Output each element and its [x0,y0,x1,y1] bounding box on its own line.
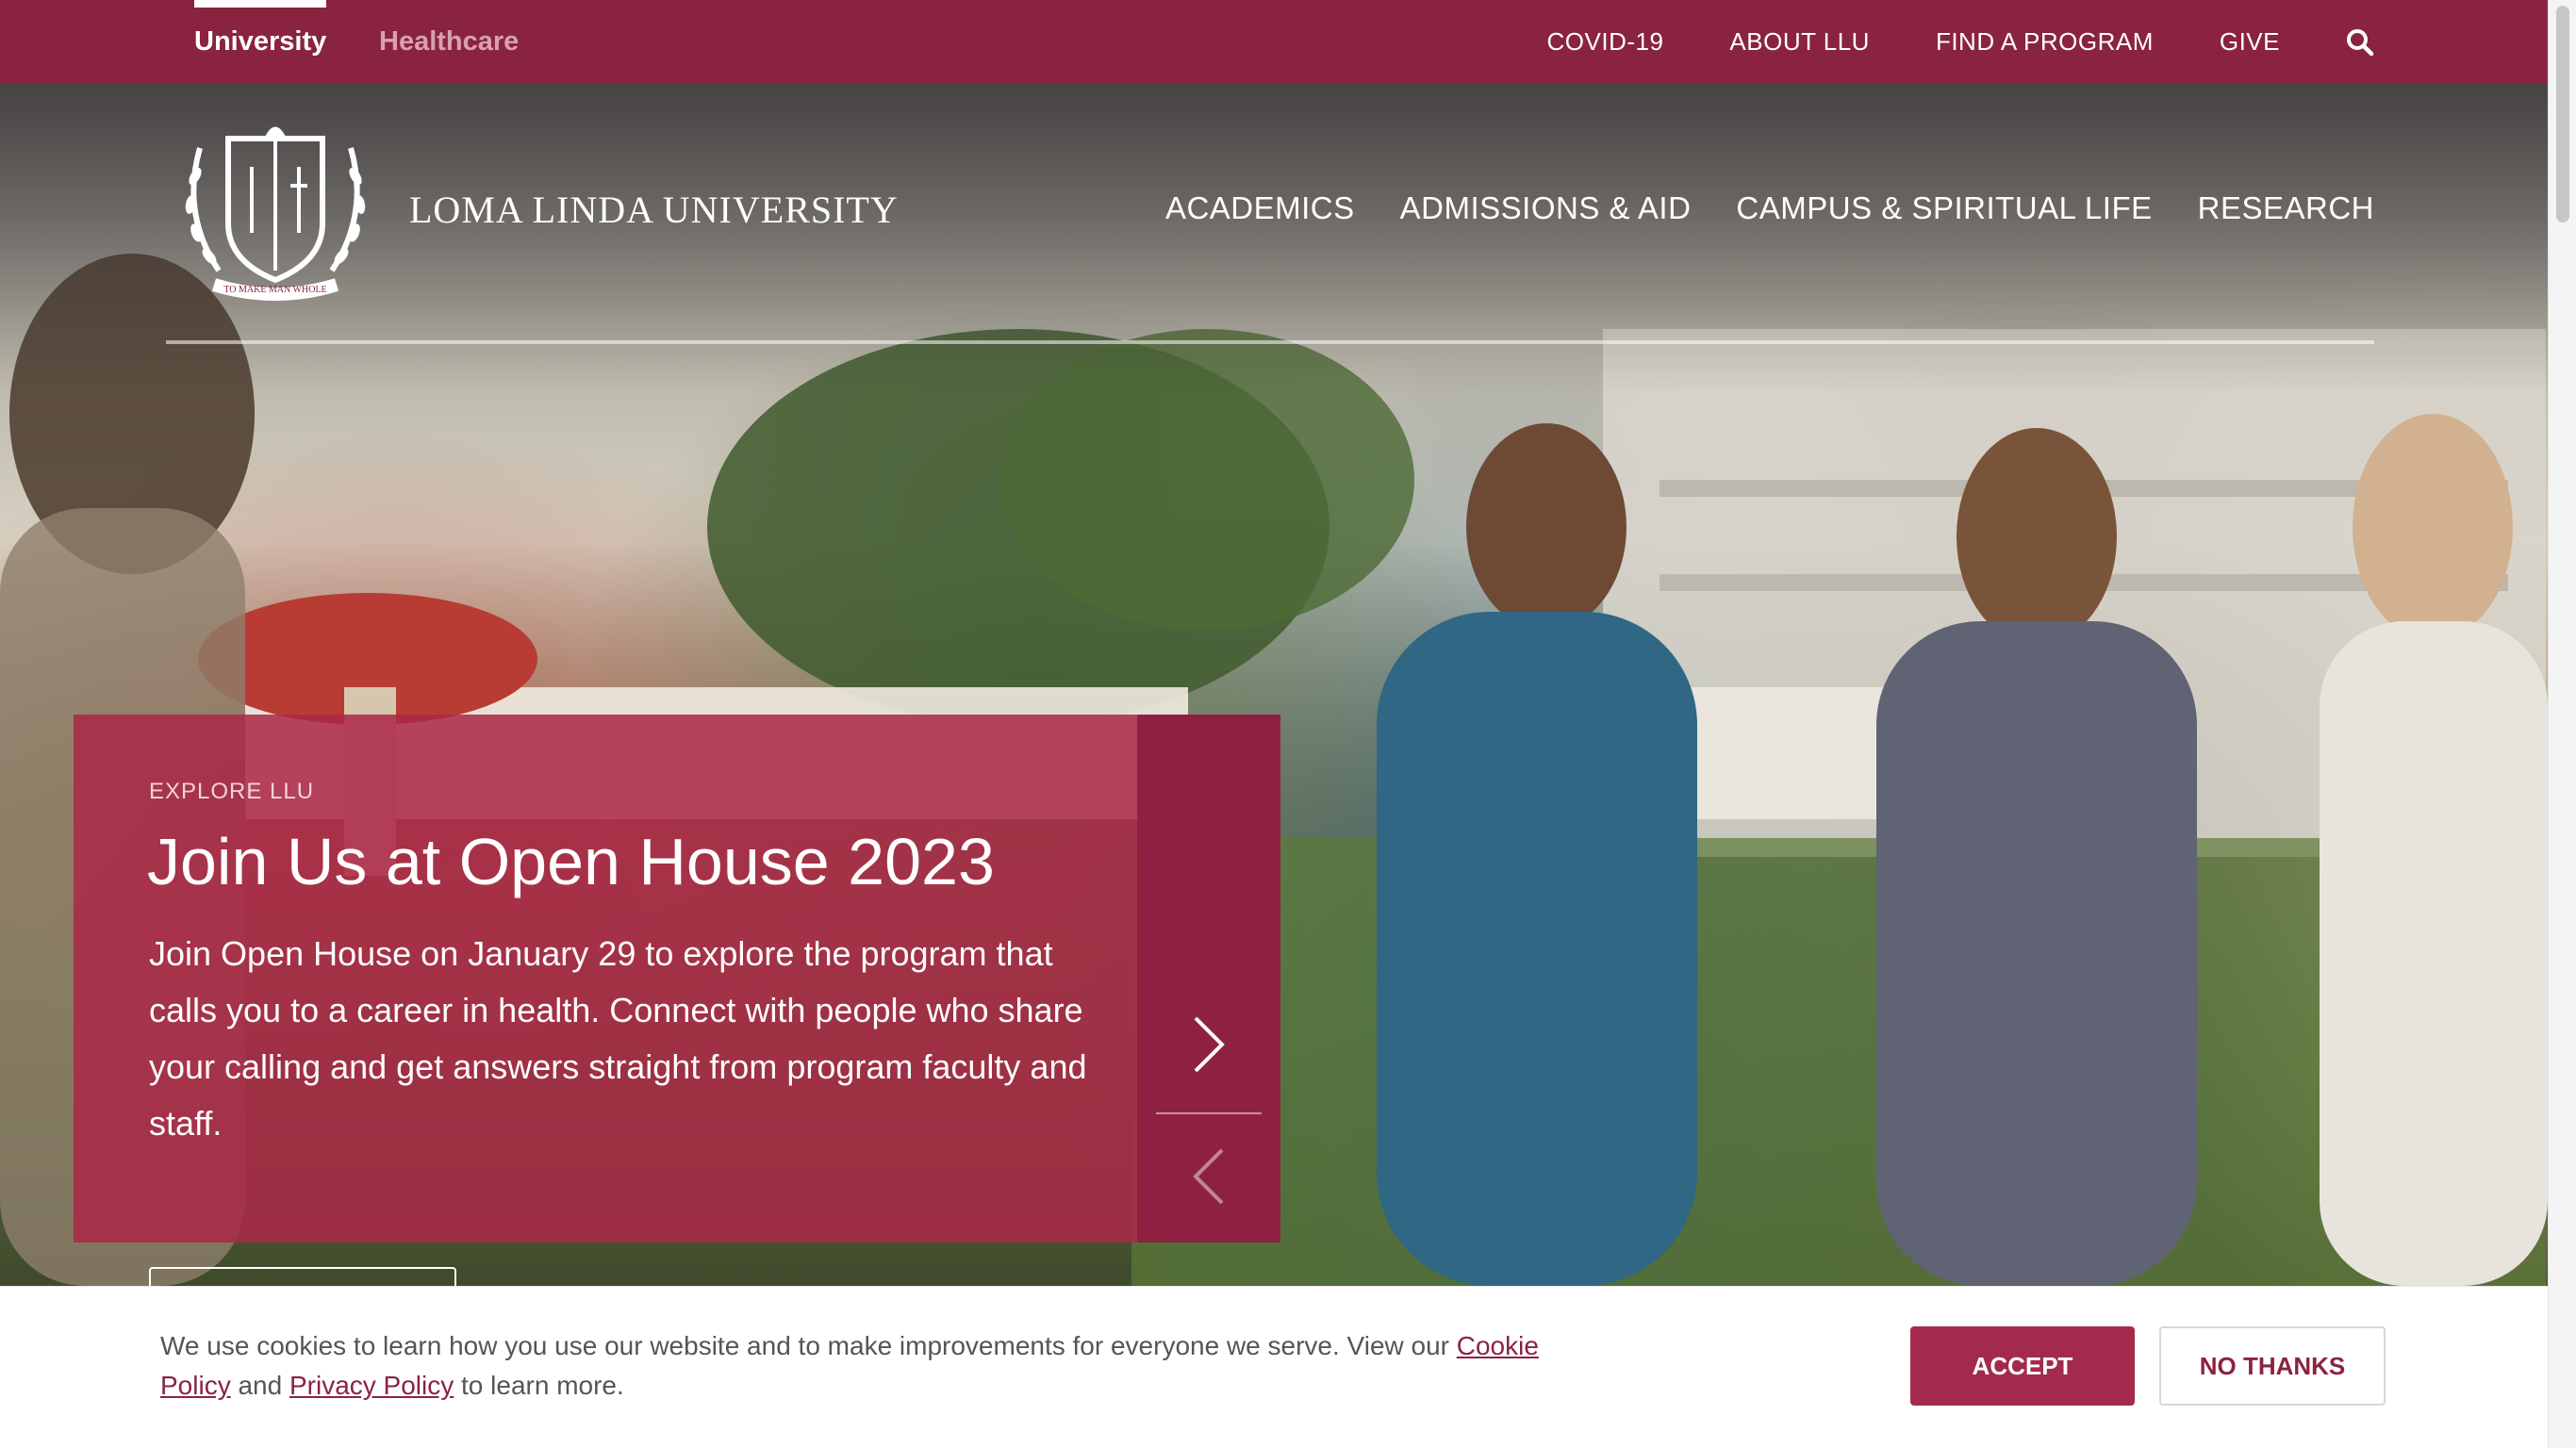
site-tab-university[interactable]: University [194,0,327,84]
slide-title: Join Us at Open House 2023 [147,825,995,898]
nav-admissions-aid[interactable]: ADMISSIONS & AID [1400,190,1692,226]
top-utility-bar: University Healthcare COVID-19 ABOUT LLU… [0,0,2548,84]
utility-link-give[interactable]: GIVE [2220,27,2280,57]
slide-eyebrow: EXPLORE LLU [149,779,315,804]
site-tab-healthcare[interactable]: Healthcare [379,0,519,84]
cookie-message: We use cookies to learn how you use our … [160,1326,1575,1406]
nav-academics[interactable]: ACADEMICS [1165,190,1355,226]
nav-divider [166,340,2374,344]
scrollbar-thumb[interactable] [2556,6,2569,222]
cookie-text-and: and [230,1371,289,1400]
site-tab-label: Healthcare [379,26,520,57]
slide-controls-divider [1156,1112,1262,1114]
chevron-left-icon [1193,1148,1224,1205]
university-wordmark[interactable]: LOMA LINDA UNIVERSITY [409,188,899,232]
slide-description: Join Open House on January 29 to explore… [149,934,1087,1143]
utility-nav: COVID-19 ABOUT LLU FIND A PROGRAM GIVE [1547,0,2375,84]
main-nav: ACADEMICS ADMISSIONS & AID CAMPUS & SPIR… [1165,190,2374,226]
site-tab-label: University [194,26,327,57]
page-scrollbar[interactable] [2548,0,2576,1448]
nav-campus-spiritual-life[interactable]: CAMPUS & SPIRITUAL LIFE [1736,190,2152,226]
accept-cookies-button[interactable]: ACCEPT [1910,1326,2135,1406]
search-icon[interactable] [2346,28,2374,57]
logo-motto: TO MAKE MAN WHOLE [223,285,326,295]
slide-next-button[interactable] [1137,988,1280,1101]
featured-slide-card: EXPLORE LLU Join Us at Open House 2023 J… [74,715,1137,1333]
nav-research[interactable]: RESEARCH [2198,190,2374,226]
chevron-right-icon [1194,1016,1225,1073]
cookie-text-outro: to learn more. [454,1371,624,1400]
slide-controls [1137,715,1280,1242]
utility-link-covid[interactable]: COVID-19 [1547,27,1664,57]
decline-cookies-button[interactable]: NO THANKS [2159,1326,2386,1406]
utility-link-about[interactable]: ABOUT LLU [1729,27,1870,57]
slide-prev-button[interactable] [1137,1120,1280,1233]
utility-link-find-program[interactable]: FIND A PROGRAM [1936,27,2154,57]
university-seal-logo[interactable]: TO MAKE MAN WHOLE [162,110,388,308]
cookie-consent-banner: We use cookies to learn how you use our … [0,1286,2548,1448]
privacy-policy-link[interactable]: Privacy Policy [289,1371,454,1400]
cookie-text-intro: We use cookies to learn how you use our … [160,1331,1457,1360]
